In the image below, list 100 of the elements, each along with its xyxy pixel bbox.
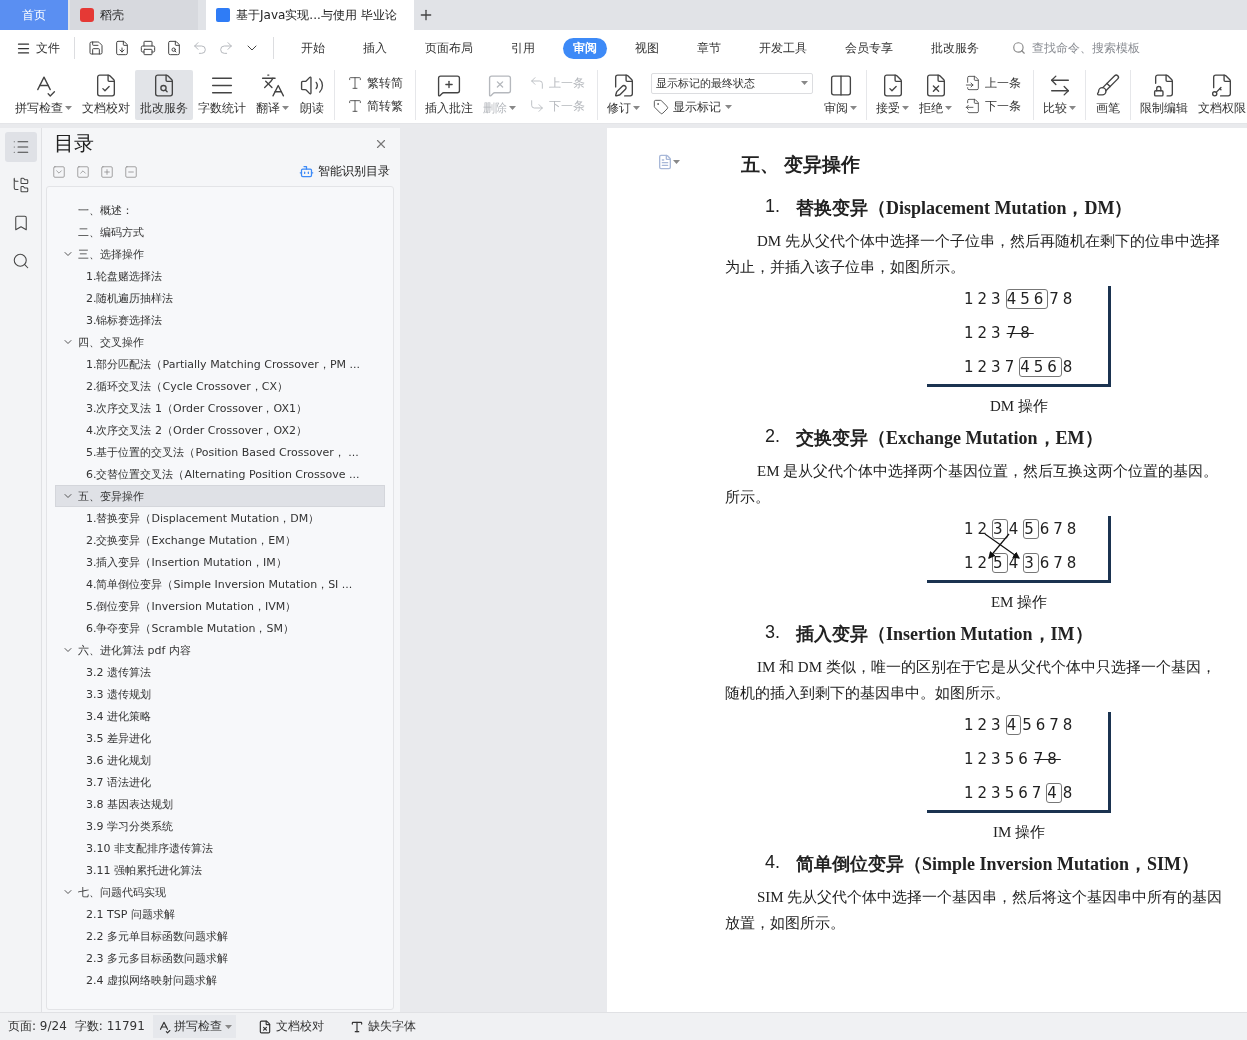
plus-icon[interactable] bbox=[100, 164, 114, 179]
tab-label[interactable]: 基于Java实现...与使用 毕业论 bbox=[236, 6, 397, 24]
toc-item[interactable]: 一、概述： bbox=[55, 199, 385, 221]
sequence-text: 123 456 78 bbox=[963, 290, 1078, 308]
document-icon[interactable] bbox=[657, 154, 673, 170]
toc-item[interactable]: 3.2 遗传算法 bbox=[55, 661, 385, 683]
toc-item[interactable]: 1.替换变异（Displacement Mutation，DM） bbox=[55, 507, 385, 529]
caret-icon bbox=[673, 160, 680, 164]
toc-item[interactable]: 4.简单倒位变异（Simple Inversion Mutation，SI ... bbox=[55, 573, 385, 595]
toc-item[interactable]: 3.11 强帕累托进化算法 bbox=[55, 859, 385, 881]
toc-item[interactable]: 四、交叉操作 bbox=[55, 331, 385, 353]
ribbon-tab[interactable]: 插入 bbox=[353, 37, 397, 59]
toc-title: 目录 bbox=[54, 130, 94, 157]
ribbon-tab[interactable]: 引用 bbox=[501, 37, 545, 59]
ribbon-button[interactable]: 朗读 bbox=[294, 69, 330, 120]
ribbon-tab[interactable]: 视图 bbox=[625, 37, 669, 59]
ribbon-tab[interactable]: 页面布局 bbox=[415, 37, 483, 59]
toc-item[interactable]: 3.7 语法进化 bbox=[55, 771, 385, 793]
file-menu[interactable]: 文件 bbox=[12, 37, 64, 59]
toc-item[interactable]: 2.2 多元单目标函数问题求解 bbox=[55, 925, 385, 947]
ribbon-button[interactable]: 字数统计 bbox=[193, 69, 251, 120]
comment-delete-icon bbox=[486, 72, 513, 98]
missing-fonts-button[interactable]: 缺失字体 bbox=[345, 1015, 420, 1038]
toc-item[interactable]: 2.4 虚拟网络映射问题求解 bbox=[55, 969, 385, 991]
ribbon-button[interactable]: 拒绝 bbox=[914, 69, 957, 120]
ribbon-button[interactable]: 限制编辑 bbox=[1135, 69, 1193, 120]
ribbon-button[interactable]: 修订 bbox=[602, 69, 645, 120]
toc-item[interactable]: 1.部分匹配法（Partially Matching Crossover，PM ... bbox=[55, 353, 385, 375]
toc-item[interactable]: 2.1 TSP 问题求解 bbox=[55, 903, 385, 925]
toc-item[interactable]: 二、编码方式 bbox=[55, 221, 385, 243]
toc-item[interactable]: 3.8 基因表达规划 bbox=[55, 793, 385, 815]
ribbon-button[interactable]: 批改服务 bbox=[135, 69, 193, 120]
toc-item[interactable]: 2.循环交叉法（Cycle Crossover，CX） bbox=[55, 375, 385, 397]
type-icon bbox=[347, 75, 363, 91]
ribbon-button[interactable]: 审阅 bbox=[819, 69, 862, 120]
sequence-text: 123 4 5678 bbox=[963, 716, 1078, 734]
collapse-icon[interactable] bbox=[76, 164, 90, 179]
paragraph-line: 随机的插入到剩下的基因串中。如图所示。 bbox=[725, 684, 1011, 703]
new-tab-icon[interactable] bbox=[418, 7, 434, 23]
toc-item[interactable]: 五、变异操作 bbox=[55, 485, 385, 507]
ribbon-button[interactable]: 文档权限 bbox=[1193, 69, 1247, 120]
ribbon-button[interactable]: 繁转简 bbox=[345, 73, 405, 93]
caret-icon bbox=[725, 105, 732, 109]
ribbon-button[interactable]: 文档校对 bbox=[77, 69, 135, 120]
tab-label[interactable]: 稻壳 bbox=[100, 6, 124, 24]
toc-item[interactable]: 2.随机遍历抽样法 bbox=[55, 287, 385, 309]
ribbon-tab[interactable]: 开发工具 bbox=[749, 37, 817, 59]
paragraph-line: 所示。 bbox=[725, 488, 771, 507]
toc-item[interactable]: 6.交替位置交叉法（Alternating Position Crossove ... bbox=[55, 463, 385, 485]
ribbon-button[interactable]: 下一条 bbox=[963, 96, 1023, 116]
toc-item[interactable]: 六、进化算法 pdf 内容 bbox=[55, 639, 385, 661]
outline-icon bbox=[11, 138, 30, 156]
markup-view-select[interactable]: 显示标记的最终状态 bbox=[651, 72, 813, 94]
toc-item[interactable]: 3.5 差异进化 bbox=[55, 727, 385, 749]
ribbon-button[interactable]: 简转繁 bbox=[345, 96, 405, 116]
toc-item[interactable]: 2.交换变异（Exchange Mutation，EM） bbox=[55, 529, 385, 551]
search-field[interactable]: 查找命令、搜索模板 bbox=[1012, 40, 1170, 56]
toc-item[interactable]: 3.插入变异（Insertion Mutation，IM） bbox=[55, 551, 385, 573]
app-tab[interactable]: 基于Java实现...与使用 毕业论 bbox=[206, 0, 416, 30]
ribbon-button[interactable]: 插入批注 bbox=[420, 69, 478, 120]
toc-item[interactable]: 3.锦标赛选择法 bbox=[55, 309, 385, 331]
toc-item[interactable]: 3.6 进化规划 bbox=[55, 749, 385, 771]
toc-item[interactable]: 3.次序交叉法 1（Order Crossover，OX1） bbox=[55, 397, 385, 419]
toc-item[interactable]: 5.基于位置的交叉法（Position Based Crossover， ... bbox=[55, 441, 385, 463]
toc-item[interactable]: 3.4 进化策略 bbox=[55, 705, 385, 727]
document-arrow-out-icon bbox=[965, 98, 981, 114]
toc-item[interactable]: 6.争夺变异（Scramble Mutation，SM） bbox=[55, 617, 385, 639]
paragraph-line: 放置，如图所示。 bbox=[725, 914, 846, 933]
arrow-up-left-icon bbox=[529, 75, 545, 91]
ribbon-button[interactable]: 画笔 bbox=[1090, 69, 1126, 120]
heading-number: 1. bbox=[765, 196, 780, 218]
toc-item[interactable]: 3.9 学习分类系统 bbox=[55, 815, 385, 837]
spell-check-button[interactable]: 拼写检查 bbox=[152, 1015, 236, 1038]
toc-item[interactable]: 5.倒位变异（Inversion Mutation，IVM） bbox=[55, 595, 385, 617]
ribbon-tab[interactable]: 章节 bbox=[687, 37, 731, 59]
ribbon-tab[interactable]: 批改服务 bbox=[921, 37, 989, 59]
ribbon-button[interactable]: 上一条 bbox=[963, 73, 1023, 93]
smart-toc-button[interactable]: 智能识别目录 bbox=[299, 163, 390, 180]
side-rail-button[interactable] bbox=[4, 132, 37, 162]
ribbon-button[interactable]: 拼写检查 bbox=[10, 69, 77, 120]
toc-item[interactable]: 3.10 非支配排序遗传算法 bbox=[55, 837, 385, 859]
ribbon-button[interactable]: 比较 bbox=[1038, 69, 1081, 120]
proofread-button[interactable]: 文档校对 bbox=[253, 1015, 328, 1038]
document-arrow-in-icon bbox=[965, 75, 981, 91]
ribbon-button[interactable]: 显示标记 bbox=[651, 97, 813, 117]
heading-number: 3. bbox=[765, 622, 780, 644]
toc-item[interactable]: 4.次序交叉法 2（Order Crossover，OX2） bbox=[55, 419, 385, 441]
ribbon-tab[interactable]: 会员专享 bbox=[835, 37, 903, 59]
ribbon-tab[interactable]: 开始 bbox=[291, 37, 335, 59]
app-tab[interactable]: 稻壳 bbox=[70, 0, 200, 30]
toc-item[interactable]: 3.3 遗传规划 bbox=[55, 683, 385, 705]
ribbon-button[interactable]: 翻译 bbox=[251, 69, 294, 120]
toc-item[interactable]: 2.3 多元多目标函数问题求解 bbox=[55, 947, 385, 969]
toc-item[interactable]: 三、选择操作 bbox=[55, 243, 385, 265]
expand-icon[interactable] bbox=[52, 164, 66, 179]
ribbon-button[interactable]: 接受 bbox=[871, 69, 914, 120]
toc-item[interactable]: 七、问题代码实现 bbox=[55, 881, 385, 903]
arrow-down-right-icon bbox=[529, 98, 545, 114]
minus-icon[interactable] bbox=[124, 164, 138, 179]
toc-item[interactable]: 1.轮盘赌选择法 bbox=[55, 265, 385, 287]
